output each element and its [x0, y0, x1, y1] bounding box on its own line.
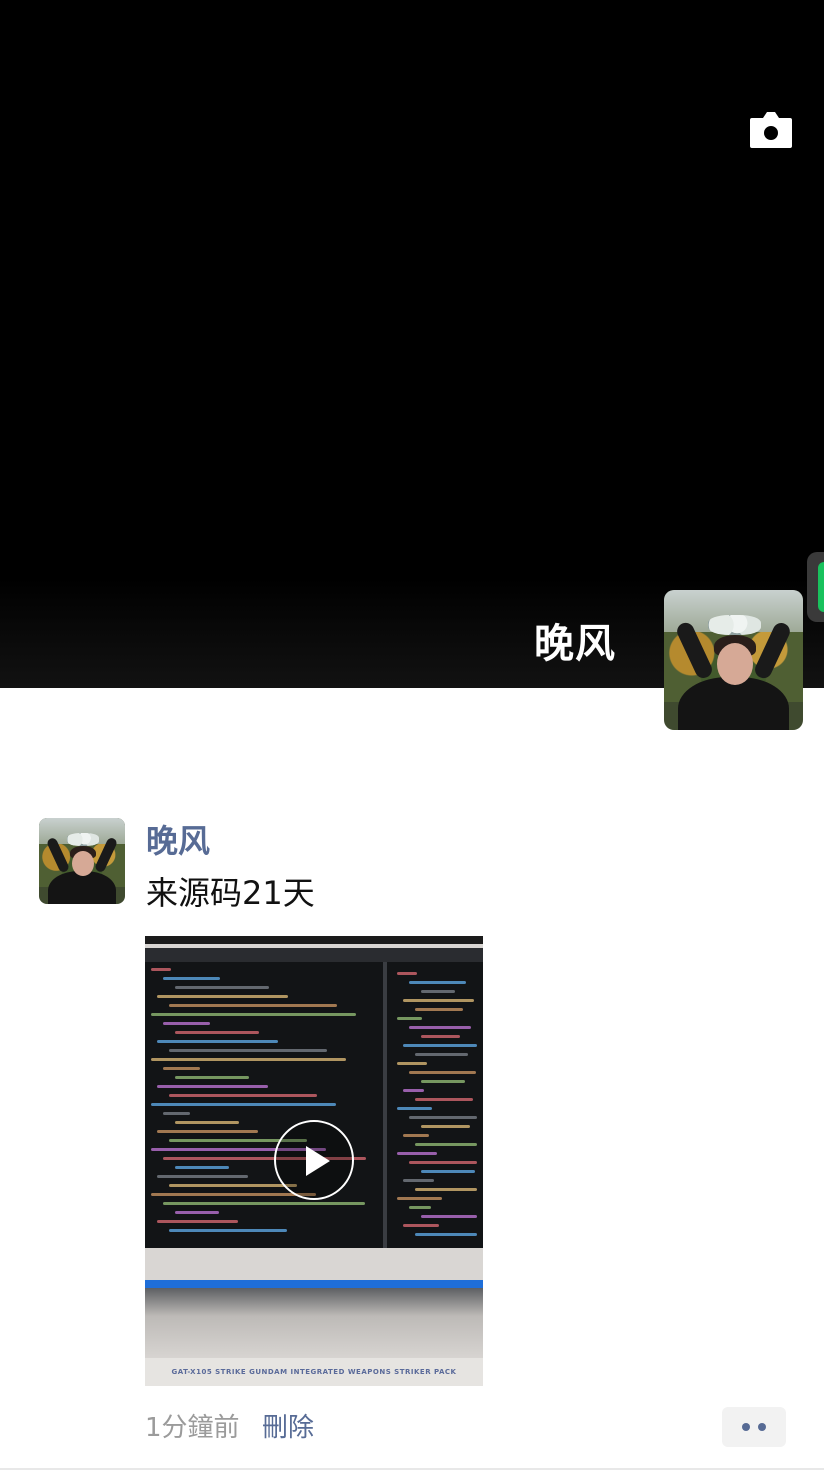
post-author-name[interactable]: 晚风 — [146, 818, 210, 864]
side-handle[interactable] — [807, 552, 824, 622]
code-line-decoration — [175, 1166, 229, 1169]
code-line-decoration — [415, 1008, 463, 1011]
more-icon-dot — [758, 1423, 766, 1431]
code-line-decoration — [175, 1121, 239, 1124]
post-timestamp: 1分鐘前 — [145, 1413, 240, 1443]
code-line-decoration — [151, 1013, 356, 1016]
post-avatar[interactable] — [39, 818, 125, 904]
code-line-decoration — [163, 977, 220, 980]
video-screen-image — [145, 948, 483, 1248]
code-line-decoration — [409, 981, 466, 984]
code-line-decoration — [151, 1103, 336, 1106]
code-line-decoration — [409, 1071, 476, 1074]
video-thumbnail[interactable]: GAT-X105 STRIKE GUNDAM INTEGRATED WEAPON… — [145, 936, 483, 1386]
code-line-decoration — [415, 1233, 477, 1236]
code-line-decoration — [415, 1053, 468, 1056]
code-line-decoration — [175, 1076, 249, 1079]
code-line-decoration — [163, 1112, 190, 1115]
code-line-decoration — [169, 1004, 337, 1007]
code-line-decoration — [175, 1031, 259, 1034]
code-line-decoration — [397, 972, 417, 975]
code-line-decoration — [163, 1067, 200, 1070]
cover-username: 晚风 — [534, 621, 616, 667]
code-line-decoration — [421, 1215, 477, 1218]
code-line-decoration — [421, 1035, 460, 1038]
code-line-decoration — [403, 1089, 424, 1092]
code-line-decoration — [397, 1017, 422, 1020]
code-line-decoration — [421, 1080, 465, 1083]
more-button[interactable] — [722, 1407, 786, 1447]
video-caption: GAT-X105 STRIKE GUNDAM INTEGRATED WEAPON… — [145, 1358, 483, 1386]
code-line-decoration — [157, 1085, 268, 1088]
code-line-decoration — [157, 995, 288, 998]
code-line-decoration — [397, 1062, 427, 1065]
code-line-decoration — [421, 1125, 470, 1128]
code-line-decoration — [175, 1211, 219, 1214]
delete-link[interactable]: 刪除 — [262, 1406, 314, 1450]
code-line-decoration — [403, 1224, 439, 1227]
code-line-decoration — [175, 986, 269, 989]
code-line-decoration — [169, 1184, 297, 1187]
code-line-decoration — [397, 1152, 437, 1155]
side-handle-indicator — [818, 562, 824, 612]
code-line-decoration — [169, 1229, 287, 1232]
code-line-decoration — [169, 1049, 327, 1052]
more-icon — [742, 1423, 750, 1431]
code-line-decoration — [403, 1179, 434, 1182]
code-line-decoration — [163, 1022, 210, 1025]
code-line-decoration — [415, 1143, 477, 1146]
code-line-decoration — [157, 1175, 248, 1178]
code-line-decoration — [151, 1058, 346, 1061]
moments-page: 晚风 晚风 来源码21天 GAT-X105 STRIKE GUNDAM INTE… — [0, 0, 824, 1477]
code-line-decoration — [409, 1116, 477, 1119]
code-line-decoration — [151, 968, 171, 971]
code-line-decoration — [163, 1202, 365, 1205]
code-line-decoration — [169, 1094, 317, 1097]
divider — [0, 1468, 824, 1470]
code-line-decoration — [415, 1098, 473, 1101]
video-statusbar — [145, 1280, 483, 1288]
code-line-decoration — [409, 1206, 431, 1209]
code-line-decoration — [397, 1197, 442, 1200]
video-lower-area — [145, 1288, 483, 1358]
code-line-decoration — [397, 1107, 432, 1110]
code-line-decoration — [157, 1130, 258, 1133]
code-line-decoration — [403, 1134, 429, 1137]
post-text: 来源码21天 — [146, 874, 315, 912]
code-line-decoration — [421, 990, 455, 993]
code-line-decoration — [157, 1220, 238, 1223]
play-button[interactable] — [274, 1120, 354, 1200]
code-line-decoration — [421, 1170, 475, 1173]
code-line-decoration — [415, 1188, 477, 1191]
cover-image[interactable]: 晚风 — [0, 0, 824, 688]
cover-avatar[interactable] — [664, 590, 803, 730]
code-line-decoration — [409, 1026, 471, 1029]
play-icon — [306, 1146, 330, 1176]
camera-icon — [750, 112, 792, 148]
video-bezel — [145, 936, 483, 944]
code-line-decoration — [403, 999, 474, 1002]
camera-button[interactable] — [748, 110, 794, 152]
code-line-decoration — [409, 1161, 477, 1164]
code-line-decoration — [403, 1044, 477, 1047]
code-line-decoration — [157, 1040, 278, 1043]
